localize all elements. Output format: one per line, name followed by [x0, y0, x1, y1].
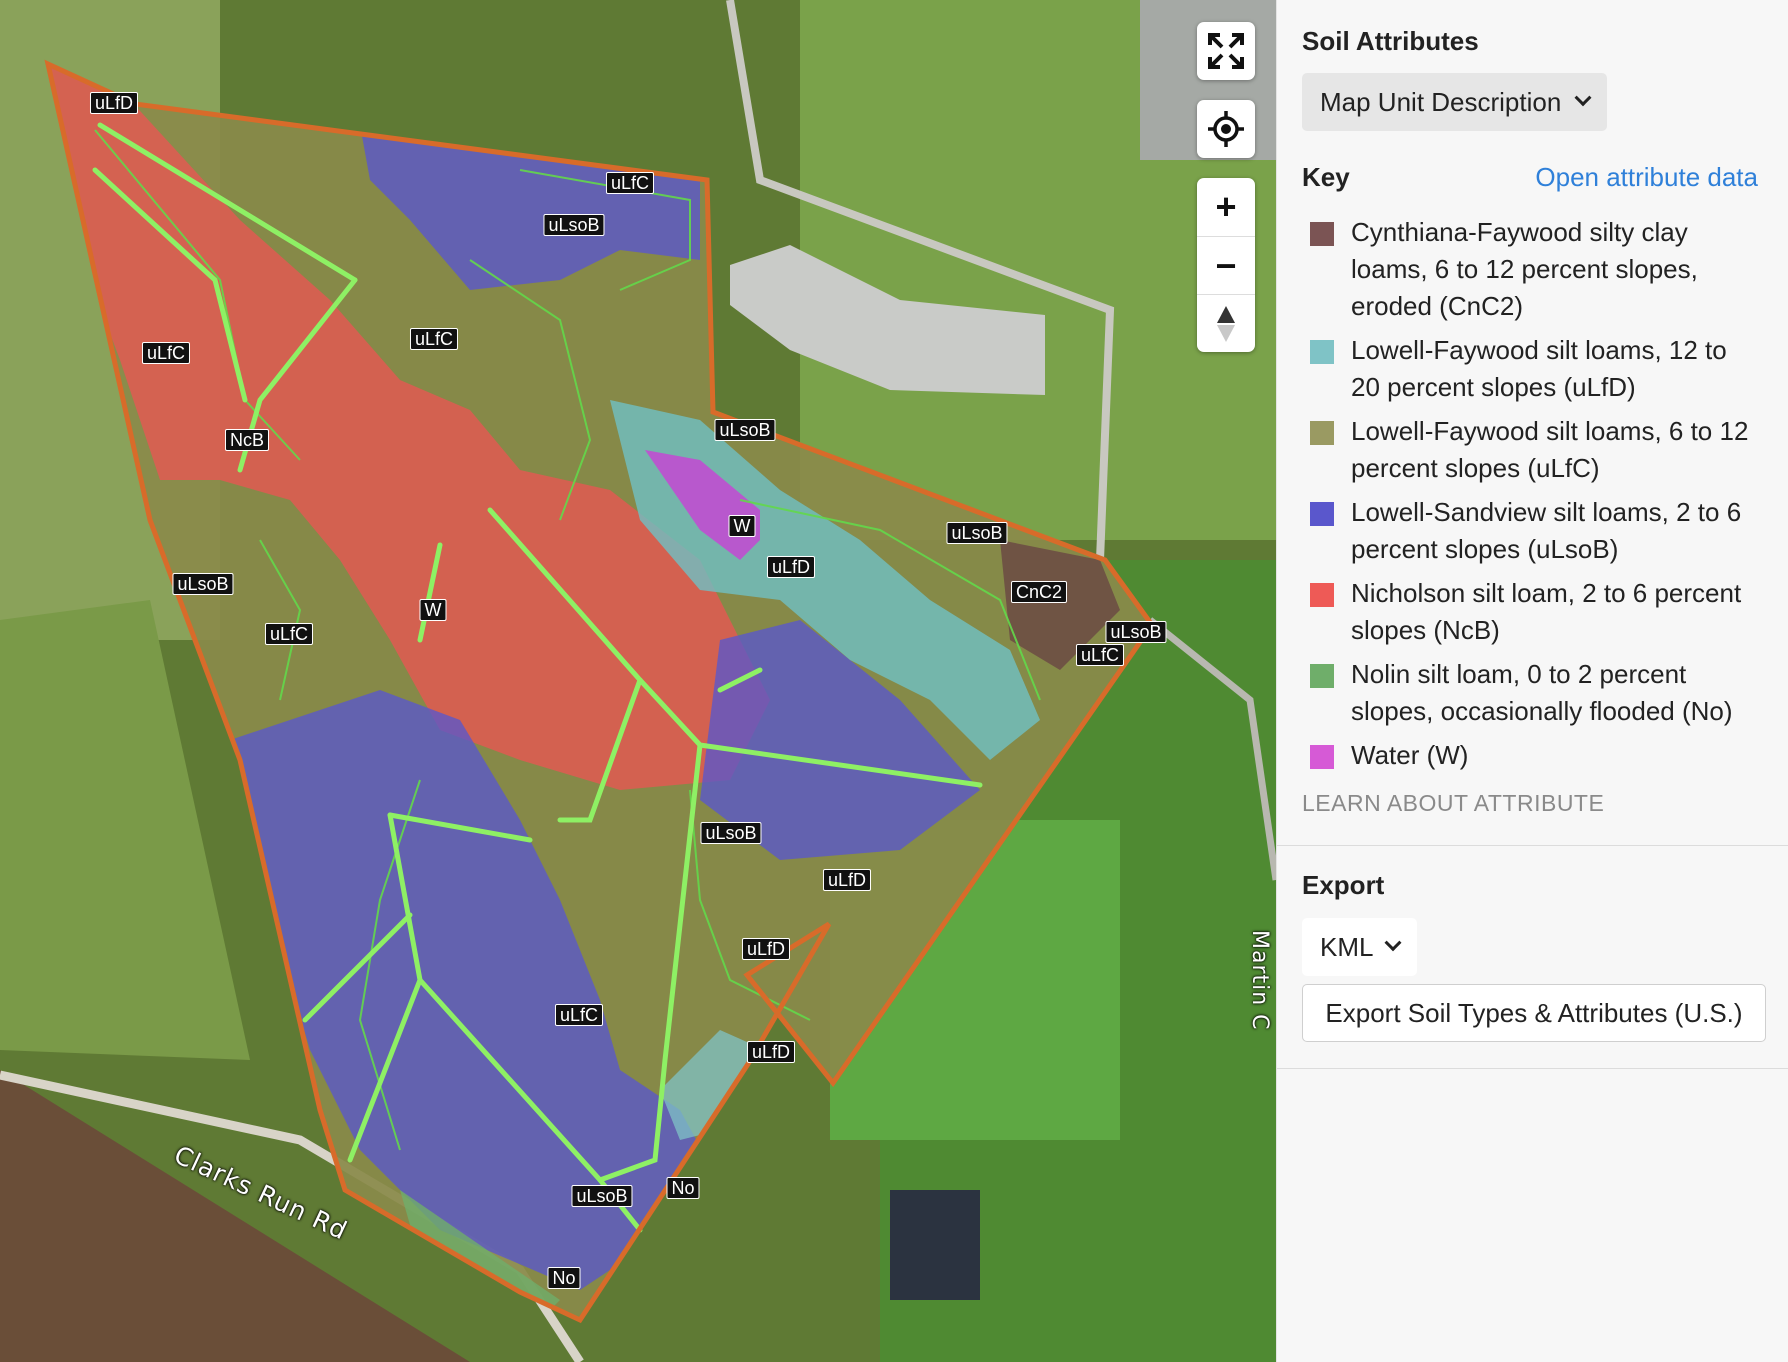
soil-label: uLsoB: [946, 522, 1008, 544]
legend-label: Lowell-Faywood silt loams, 12 to 20 perc…: [1351, 335, 1727, 402]
compass-button[interactable]: [1197, 294, 1255, 352]
soil-label: uLfD: [746, 1041, 796, 1063]
compass-icon: [1217, 305, 1235, 342]
soil-label: uLfD: [741, 938, 791, 960]
locate-control[interactable]: [1197, 100, 1255, 158]
zoom-out-button[interactable]: −: [1197, 236, 1255, 294]
soil-label: uLfC: [554, 1004, 604, 1026]
legend-swatch: [1310, 222, 1334, 246]
fullscreen-control[interactable]: [1197, 22, 1255, 80]
chevron-down-icon: [1574, 89, 1592, 107]
divider: [1277, 1068, 1788, 1069]
zoom-in-button[interactable]: +: [1197, 178, 1255, 236]
attribute-dropdown-value: Map Unit Description: [1320, 86, 1562, 117]
legend-label: Cynthiana-Faywood silty clay loams, 6 to…: [1351, 217, 1698, 321]
chevron-down-icon: [1384, 934, 1402, 952]
minus-icon: −: [1215, 244, 1237, 286]
legend-swatch: [1310, 421, 1334, 445]
export-format-dropdown[interactable]: KML: [1302, 918, 1418, 976]
export-format-value: KML: [1320, 931, 1374, 962]
legend-label: Nolin silt loam, 0 to 2 percent slopes, …: [1351, 659, 1733, 726]
soil-attributes-panel: Soil Attributes Map Unit Description Key…: [1276, 0, 1788, 1362]
soil-map[interactable]: uLfD uLfC uLsoB uLfC uLfC NcB uLsoB uLso…: [0, 0, 1276, 1362]
legend-label: Lowell-Faywood silt loams, 6 to 12 perce…: [1351, 416, 1749, 483]
soil-label: uLsoB: [543, 214, 605, 236]
key-title: Key: [1302, 162, 1350, 192]
legend-item: Lowell-Faywood silt loams, 6 to 12 perce…: [1310, 413, 1750, 487]
legend-item: Nicholson silt loam, 2 to 6 percent slop…: [1310, 575, 1750, 649]
soil-label: CnC2: [1010, 581, 1068, 603]
locate-icon: [1208, 111, 1244, 147]
legend-item: Lowell-Sandview silt loams, 2 to 6 perce…: [1310, 494, 1750, 568]
soil-label: uLfC: [141, 342, 191, 364]
export-soil-button[interactable]: Export Soil Types & Attributes (U.S.): [1302, 984, 1766, 1042]
side-road-label: Martin C: [1247, 930, 1272, 1031]
fullscreen-button[interactable]: [1197, 22, 1255, 80]
legend-swatch: [1310, 502, 1334, 526]
soil-label: No: [547, 1267, 581, 1289]
soil-label: uLsoB: [1105, 621, 1167, 643]
zoom-control[interactable]: + −: [1197, 178, 1255, 352]
soil-label: uLfC: [605, 172, 655, 194]
export-title: Export: [1302, 870, 1385, 900]
legend-item: Lowell-Faywood silt loams, 12 to 20 perc…: [1310, 332, 1750, 406]
soil-label: uLfD: [822, 869, 872, 891]
legend-item: Water (W): [1310, 737, 1750, 774]
soil-label: W: [728, 515, 756, 537]
open-attribute-data-link[interactable]: Open attribute data: [1535, 162, 1758, 193]
soil-label: NcB: [224, 429, 270, 451]
soil-label: uLfC: [264, 623, 314, 645]
soil-label: uLfC: [1075, 644, 1125, 666]
soil-label: uLfC: [409, 328, 459, 350]
pond: [890, 1190, 980, 1300]
soil-label: uLfD: [766, 556, 816, 578]
legend-label: Lowell-Sandview silt loams, 2 to 6 perce…: [1351, 497, 1742, 564]
legend-swatch: [1310, 664, 1334, 688]
soil-label: No: [666, 1177, 700, 1199]
locate-button[interactable]: [1197, 100, 1255, 158]
soil-label: uLsoB: [571, 1185, 633, 1207]
plus-icon: +: [1215, 186, 1237, 227]
learn-about-attribute-link[interactable]: LEARN ABOUT ATTRIBUTE: [1302, 790, 1604, 817]
legend-label: Water (W): [1351, 740, 1469, 770]
soil-label: W: [419, 599, 447, 621]
panel-title: Soil Attributes: [1302, 26, 1479, 56]
legend-label: Nicholson silt loam, 2 to 6 percent slop…: [1351, 578, 1742, 645]
legend-item: Cynthiana-Faywood silty clay loams, 6 to…: [1310, 214, 1750, 325]
divider: [1277, 845, 1788, 846]
fullscreen-icon: [1208, 33, 1244, 69]
legend-swatch: [1310, 583, 1334, 607]
legend-swatch: [1310, 745, 1334, 769]
soil-label: uLsoB: [172, 573, 234, 595]
soil-label: uLsoB: [714, 419, 776, 441]
attribute-dropdown[interactable]: Map Unit Description: [1302, 73, 1608, 131]
legend-swatch: [1310, 340, 1334, 364]
legend-list: Cynthiana-Faywood silty clay loams, 6 to…: [1310, 214, 1750, 781]
soil-label: uLsoB: [700, 822, 762, 844]
legend-item: Nolin silt loam, 0 to 2 percent slopes, …: [1310, 656, 1750, 730]
soil-label: uLfD: [89, 92, 139, 114]
